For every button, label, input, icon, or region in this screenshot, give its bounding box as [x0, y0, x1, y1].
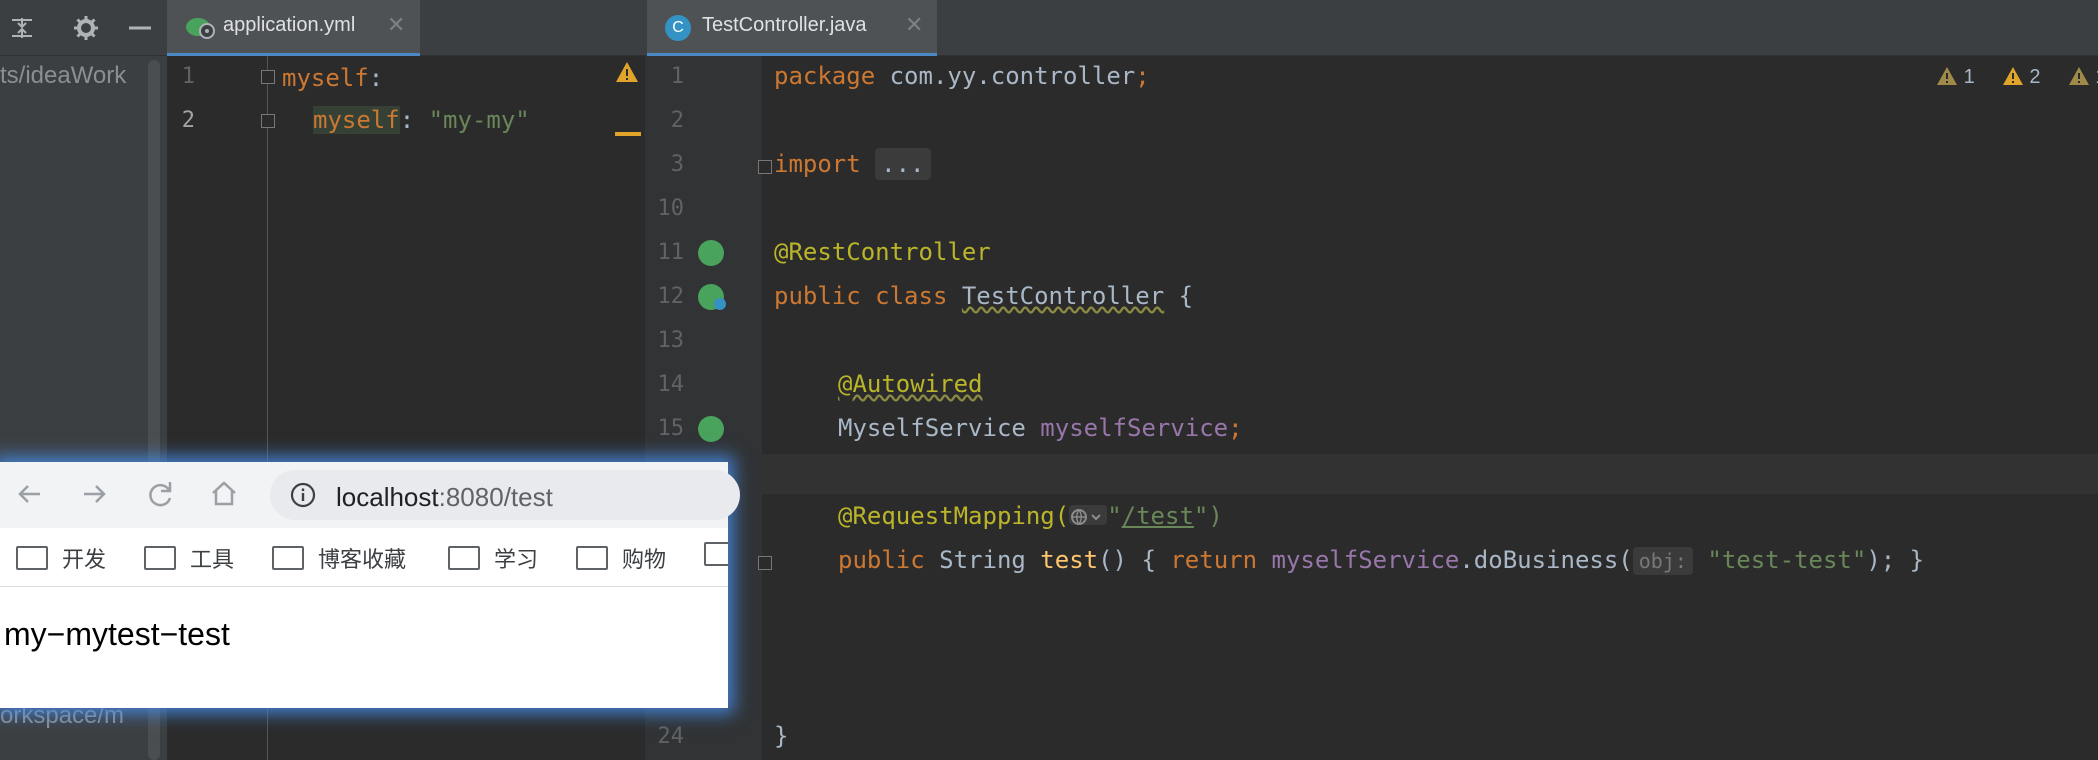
folder-icon	[576, 546, 608, 570]
code-line-14: @Autowired	[838, 370, 983, 398]
code-line-17: @RequestMapping("/test")	[838, 502, 1223, 530]
reload-icon[interactable]	[142, 476, 178, 512]
weak-warning-icon	[2068, 66, 2090, 92]
yaml-line-2: myself: "my-my"	[313, 106, 530, 134]
folder-icon	[16, 546, 48, 570]
gear-icon[interactable]	[72, 14, 100, 42]
tab-application-yml[interactable]: application.yml ✕	[167, 0, 420, 57]
line-number: 2	[181, 108, 195, 133]
line-number: 12	[657, 284, 685, 309]
forward-icon[interactable]	[76, 476, 112, 512]
address-bar[interactable]: localhost:8080/test	[270, 470, 740, 520]
code-line-18: public String test() { return myselfServ…	[838, 546, 1925, 575]
minimize-icon[interactable]	[126, 14, 154, 42]
java-tab-bar: C TestController.java ✕	[645, 0, 2098, 57]
page-content: my−mytest−test	[4, 616, 230, 652]
line-number: 24	[657, 724, 685, 749]
tab-label: TestController.java	[702, 14, 867, 36]
code-line-15: MyselfService myselfService;	[838, 414, 1243, 442]
fold-marker-icon[interactable]	[758, 160, 772, 174]
info-icon[interactable]	[290, 482, 316, 508]
code-line-3: import ...	[774, 148, 931, 180]
collapse-all-icon[interactable]	[8, 14, 36, 42]
weak-warning-count: 1	[1963, 66, 1975, 88]
web-icon	[714, 298, 726, 310]
code-line-24: }	[774, 722, 789, 750]
bookmark-folder[interactable]: 学习	[448, 542, 538, 574]
warning-count: 2	[2029, 66, 2041, 88]
folder-icon	[448, 546, 480, 570]
line-number: 3	[670, 152, 684, 177]
yaml-tab-bar: application.yml ✕	[167, 0, 645, 57]
code-line-12: public class TestController {	[774, 282, 1194, 310]
inspection-widget[interactable]: 1 2 1	[1936, 66, 2098, 94]
bookmark-folder[interactable]: 开发	[16, 542, 106, 574]
bookmarks-bar: 开发 工具 博客收藏 学习 购物	[0, 528, 728, 587]
line-number: 15	[657, 416, 685, 441]
url-text[interactable]: localhost:8080/test	[336, 482, 553, 513]
yaml-line-1: myself:	[282, 64, 384, 92]
fold-marker-icon[interactable]	[261, 114, 275, 128]
line-number: 14	[657, 372, 685, 397]
bookmark-folder[interactable]: 工具	[144, 542, 234, 574]
close-icon[interactable]: ✕	[905, 12, 923, 38]
line-number: 11	[657, 240, 685, 265]
globe-icon[interactable]	[1069, 505, 1108, 525]
bookmark-folder[interactable]: 购物	[576, 542, 666, 574]
project-toolbar	[0, 0, 167, 56]
weak-warning-icon	[1936, 66, 1958, 92]
folded-imports[interactable]: ...	[875, 148, 931, 180]
spring-autowired-icon[interactable]	[698, 416, 724, 442]
line-number: 1	[670, 64, 684, 89]
project-path-top[interactable]: ts/ideaWork	[0, 62, 140, 90]
current-line-highlight	[762, 454, 2098, 494]
warning-icon[interactable]	[615, 60, 639, 84]
browser-window: localhost:8080/test 开发 工具 博客收藏 学习 购物 my−…	[0, 462, 740, 708]
class-icon: C	[665, 15, 691, 41]
tab-testcontroller-java[interactable]: C TestController.java ✕	[647, 0, 937, 57]
fold-marker-icon[interactable]	[261, 70, 275, 84]
tab-label: application.yml	[223, 14, 356, 36]
spring-bean-icon[interactable]	[698, 240, 724, 266]
folder-icon	[704, 542, 728, 566]
bookmark-folder[interactable]	[704, 542, 728, 569]
warning-stripe-marker[interactable]	[615, 132, 641, 136]
bookmark-folder[interactable]: 博客收藏	[272, 542, 406, 574]
param-hint: obj:	[1632, 547, 1693, 575]
code-line-1: package com.yy.controller;	[774, 62, 1150, 90]
home-icon[interactable]	[206, 476, 242, 512]
line-number: 10	[657, 196, 685, 221]
browser-toolbar: localhost:8080/test	[0, 462, 740, 528]
code-line-11: @RestController	[774, 238, 991, 266]
folder-icon	[272, 546, 304, 570]
warning-icon	[2002, 66, 2024, 92]
spring-yaml-icon	[185, 15, 215, 39]
line-number: 2	[670, 108, 684, 133]
back-icon[interactable]	[12, 476, 48, 512]
folder-icon	[144, 546, 176, 570]
fold-marker-icon[interactable]	[758, 556, 772, 570]
close-icon[interactable]: ✕	[387, 12, 405, 38]
line-number: 13	[657, 328, 685, 353]
line-number: 1	[181, 64, 195, 89]
